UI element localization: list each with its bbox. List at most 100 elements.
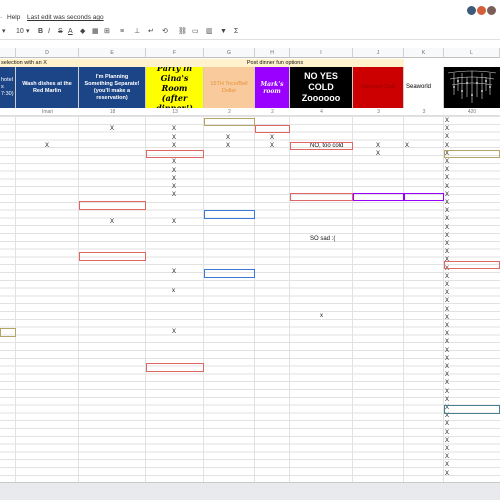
selection-mark[interactable]: X	[445, 225, 449, 232]
selection-mark[interactable]: X	[445, 430, 449, 437]
selection-mark[interactable]: X	[376, 151, 380, 158]
column-header[interactable]: K	[404, 48, 444, 58]
highlighted-cell[interactable]	[204, 269, 255, 278]
selection-mark[interactable]: X	[270, 143, 274, 150]
strikethrough-button[interactable]: S	[58, 28, 63, 36]
highlighted-cell[interactable]	[255, 125, 290, 133]
column-header[interactable]: I	[290, 48, 353, 58]
selection-mark[interactable]: X	[445, 290, 449, 297]
selection-mark[interactable]: X	[445, 380, 449, 387]
column-header[interactable]: J	[353, 48, 404, 58]
highlighted-cell[interactable]	[146, 363, 204, 372]
highlighted-cell[interactable]	[444, 150, 500, 158]
selection-mark[interactable]: X	[445, 364, 449, 371]
merge-cells-icon[interactable]: ⊞	[104, 28, 110, 36]
selection-mark-lower[interactable]: x	[172, 288, 175, 295]
selection-mark[interactable]: X	[172, 126, 176, 133]
note-so-sad[interactable]: SO sad :(	[310, 236, 335, 243]
column-header[interactable]: G	[204, 48, 255, 58]
selection-mark[interactable]: X	[445, 134, 449, 141]
selection-mark[interactable]: X	[445, 462, 449, 469]
chart-icon[interactable]: ▥	[206, 28, 213, 36]
avatar[interactable]	[486, 5, 497, 16]
selection-mark[interactable]: X	[445, 274, 449, 281]
chevron-down-icon[interactable]: ▾	[2, 28, 6, 36]
sheet-tabs-bar[interactable]	[0, 482, 500, 500]
selection-mark[interactable]: X	[172, 329, 176, 336]
highlighted-cell[interactable]	[146, 150, 204, 158]
borders-icon[interactable]: ▦	[92, 28, 99, 36]
selection-mark[interactable]: X	[226, 143, 230, 150]
font-size-select[interactable]: 10	[16, 28, 24, 36]
selection-mark[interactable]: X	[445, 249, 449, 256]
selection-mark[interactable]: X	[445, 323, 449, 330]
column-header[interactable]: D	[16, 48, 79, 58]
selection-mark[interactable]: X	[445, 307, 449, 314]
selection-mark[interactable]: X	[445, 208, 449, 215]
highlighted-cell[interactable]	[79, 252, 146, 261]
selection-mark-lower[interactable]: x	[320, 313, 323, 320]
selection-mark[interactable]: X	[445, 192, 449, 199]
selection-mark[interactable]: X	[172, 192, 176, 199]
align-icon[interactable]: ≡	[120, 28, 124, 36]
selection-mark[interactable]: X	[172, 168, 176, 175]
selection-mark[interactable]: X	[445, 413, 449, 420]
selection-mark[interactable]: X	[445, 159, 449, 166]
column-header[interactable]: F	[146, 48, 204, 58]
menu-help[interactable]: Help	[7, 14, 20, 21]
text-rotate-icon[interactable]: ⟲	[162, 28, 168, 36]
selection-mark[interactable]: X	[445, 446, 449, 453]
selection-mark[interactable]: X	[172, 135, 176, 142]
chevron-down-icon[interactable]: ▾	[26, 28, 30, 36]
vertical-align-icon[interactable]: ⊥	[134, 28, 140, 36]
bold-button[interactable]: B	[38, 28, 43, 36]
selection-mark[interactable]: X	[445, 298, 449, 305]
selection-mark[interactable]: X	[445, 372, 449, 379]
italic-button[interactable]: I	[48, 28, 50, 36]
highlighted-cell[interactable]	[0, 328, 16, 337]
selection-mark[interactable]: X	[445, 118, 449, 125]
selection-mark[interactable]: X	[172, 176, 176, 183]
last-edit-link[interactable]: Last edit was seconds ago	[27, 14, 104, 21]
selection-mark[interactable]: X	[445, 200, 449, 207]
highlighted-cell[interactable]	[404, 193, 444, 201]
selection-mark[interactable]: X	[110, 126, 114, 133]
selection-mark[interactable]: X	[445, 397, 449, 404]
highlighted-cell[interactable]	[204, 118, 255, 126]
selection-mark[interactable]: X	[445, 241, 449, 248]
column-header[interactable]	[0, 48, 16, 58]
selection-mark[interactable]: X	[172, 219, 176, 226]
column-header[interactable]: H	[255, 48, 290, 58]
highlighted-cell[interactable]	[204, 210, 255, 219]
selection-mark[interactable]: X	[445, 454, 449, 461]
highlighted-cell[interactable]	[444, 261, 500, 269]
selection-mark[interactable]: X	[110, 219, 114, 226]
selection-mark[interactable]: X	[172, 184, 176, 191]
selection-mark[interactable]: X	[445, 315, 449, 322]
selection-mark[interactable]: X	[445, 348, 449, 355]
column-header[interactable]: L	[444, 48, 500, 58]
selection-mark[interactable]: X	[376, 143, 380, 150]
selection-mark[interactable]: X	[445, 216, 449, 223]
selection-mark[interactable]: X	[445, 167, 449, 174]
selection-mark[interactable]: X	[405, 143, 409, 150]
selection-mark[interactable]: X	[45, 143, 49, 150]
selection-mark[interactable]: X	[226, 135, 230, 142]
selection-mark[interactable]: X	[445, 126, 449, 133]
cell-grid[interactable]	[0, 116, 500, 482]
functions-icon[interactable]: Σ	[234, 28, 238, 36]
selection-mark[interactable]: X	[445, 175, 449, 182]
selection-mark[interactable]: X	[445, 143, 449, 150]
selection-mark[interactable]: X	[445, 356, 449, 363]
highlighted-cell[interactable]	[290, 193, 353, 201]
selection-mark[interactable]: X	[445, 282, 449, 289]
highlighted-cell[interactable]	[444, 405, 500, 414]
selection-mark[interactable]: X	[445, 339, 449, 346]
selection-mark[interactable]: X	[445, 184, 449, 191]
fill-color-icon[interactable]: ◆	[80, 28, 85, 36]
selection-mark[interactable]: X	[172, 159, 176, 166]
highlighted-cell[interactable]	[79, 201, 146, 210]
comment-icon[interactable]: ▭	[192, 28, 199, 36]
selection-mark[interactable]: X	[445, 389, 449, 396]
column-header[interactable]: E	[79, 48, 146, 58]
